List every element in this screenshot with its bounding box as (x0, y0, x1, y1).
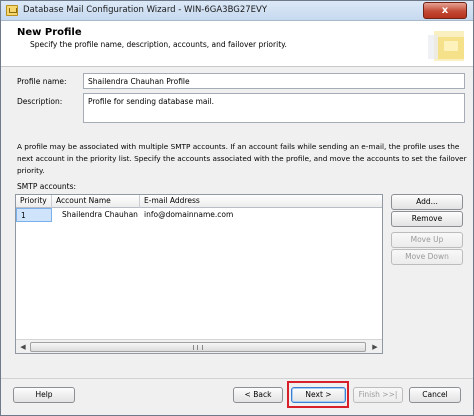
description-label: Description: (17, 97, 63, 106)
back-button[interactable]: < Back (233, 387, 283, 403)
add-account-button[interactable]: Add... (391, 194, 463, 210)
wizard-app-icon (6, 5, 18, 16)
wizard-window: Database Mail Configuration Wizard - WIN… (0, 0, 474, 416)
profile-name-input[interactable]: Shailendra Chauhan Profile (83, 73, 465, 89)
row-account-name-cell[interactable]: Shailendra Chauhan (58, 208, 142, 222)
close-icon: x (441, 5, 449, 16)
help-button[interactable]: Help (13, 387, 75, 403)
title-bar[interactable]: Database Mail Configuration Wizard - WIN… (1, 1, 473, 21)
row-email-cell[interactable]: info@domainname.com (140, 208, 340, 222)
profile-name-label: Profile name: (17, 77, 67, 86)
description-input[interactable]: Profile for sending database mail. (83, 93, 465, 123)
horizontal-scrollbar[interactable]: ◀ ▶ (16, 339, 382, 353)
cancel-button[interactable]: Cancel (409, 387, 461, 403)
window-title: Database Mail Configuration Wizard - WIN… (23, 5, 268, 15)
close-button[interactable]: x (423, 2, 467, 19)
table-row[interactable]: 1 Shailendra Chauhan info@domainname.com (16, 208, 382, 222)
grid-header: Priority Account Name E-mail Address (16, 195, 382, 208)
wizard-header: New Profile Specify the profile name, de… (1, 21, 473, 67)
scroll-right-icon[interactable]: ▶ (368, 341, 382, 353)
move-down-button[interactable]: Move Down (391, 249, 463, 265)
smtp-accounts-label: SMTP accounts: (17, 182, 77, 191)
page-subtitle: Specify the profile name, description, a… (30, 40, 287, 49)
footer-divider (1, 378, 473, 379)
page-title: New Profile (17, 27, 82, 38)
column-header-priority[interactable]: Priority (16, 195, 52, 208)
remove-account-button[interactable]: Remove (391, 211, 463, 227)
scrollbar-thumb[interactable] (30, 342, 366, 352)
next-highlight-box (287, 381, 349, 408)
database-mail-graphic-icon (428, 31, 464, 61)
scroll-left-icon[interactable]: ◀ (16, 341, 30, 353)
row-priority-cell[interactable]: 1 (16, 208, 52, 222)
column-header-account-name[interactable]: Account Name (52, 195, 140, 208)
grip-icon (193, 345, 203, 350)
smtp-accounts-grid[interactable]: Priority Account Name E-mail Address 1 S… (15, 194, 383, 354)
move-up-button[interactable]: Move Up (391, 232, 463, 248)
finish-button[interactable]: Finish >>| (353, 387, 403, 403)
priority-note: A profile may be associated with multipl… (17, 142, 467, 175)
column-header-email[interactable]: E-mail Address (140, 195, 382, 208)
